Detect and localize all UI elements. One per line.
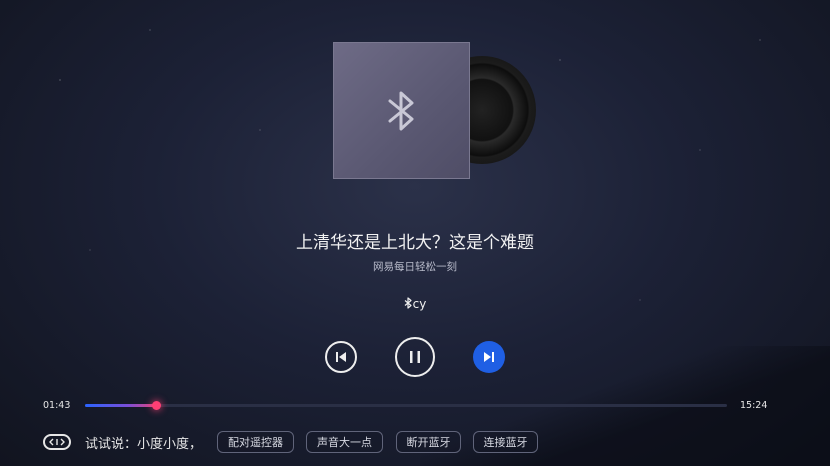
suggestion-connect-bluetooth[interactable]: 连接蓝牙 [473,431,538,453]
track-title: 上清华还是上北大？这是个难题 [296,233,534,253]
suggestion-disconnect-bluetooth[interactable]: 断开蓝牙 [396,431,461,453]
pause-icon [410,351,420,363]
bluetooth-small-icon [404,297,412,309]
voice-hint-text: 试试说：小度小度， [85,437,203,452]
remote-icon [43,434,71,450]
current-time: 01:43 [43,400,71,411]
album-cover [333,42,470,179]
skip-previous-icon [336,352,346,362]
suggestion-pair-remote[interactable]: 配对遥控器 [217,431,294,453]
previous-button[interactable] [325,341,357,373]
album-art [333,42,536,179]
pause-button[interactable] [395,337,435,377]
connected-device: cy [0,297,830,311]
device-name: cy [412,297,427,311]
album-name: 网易每日轻松一刻 [373,261,457,273]
progress-fill [85,404,156,407]
total-time: 15:24 [740,400,768,411]
skip-next-icon [484,352,494,362]
suggestion-volume-up[interactable]: 声音大一点 [306,431,383,453]
progress-bar[interactable] [85,401,727,410]
next-button[interactable] [473,341,505,373]
bluetooth-icon [388,91,413,130]
progress-knob[interactable] [151,401,161,410]
